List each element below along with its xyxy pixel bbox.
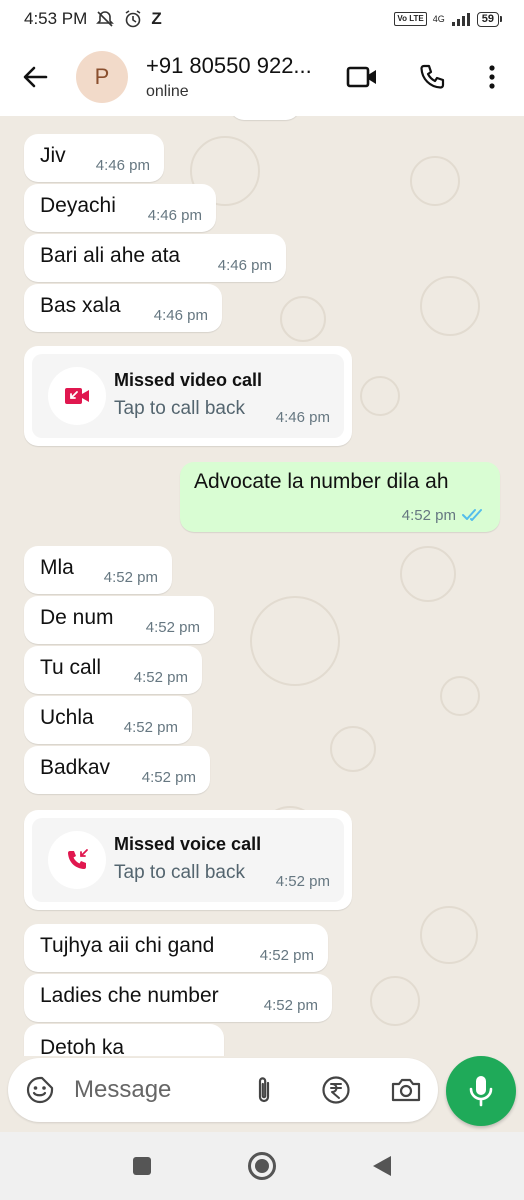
arrow-back-icon bbox=[23, 66, 48, 88]
message-text: Tujhya aii chi gand bbox=[40, 934, 215, 957]
paperclip-icon bbox=[258, 1077, 270, 1103]
message-time: 4:52 pm bbox=[259, 947, 314, 964]
call-time: 4:46 pm bbox=[275, 409, 330, 426]
message-time: 4:46 pm bbox=[217, 257, 272, 274]
message-text: Bas xala bbox=[40, 294, 121, 317]
call-title: Missed video call bbox=[114, 370, 263, 390]
message-bubble[interactable]: Bas xala 4:46 pm bbox=[24, 284, 222, 332]
message-bubble[interactable]: Mla 4:52 pm bbox=[24, 546, 172, 594]
message-text: Mla bbox=[40, 556, 74, 579]
message-bubble[interactable]: Tu call 4:52 pm bbox=[24, 646, 202, 694]
network-type: 4G bbox=[432, 13, 445, 24]
battery-icon: 59 bbox=[476, 11, 502, 27]
status-bar: 4:53 PM Z Vo LTE 4G 59 bbox=[0, 0, 524, 38]
chat-header: P +91 80550 922... online bbox=[0, 38, 524, 116]
emoji-button[interactable] bbox=[22, 1072, 58, 1108]
payment-button[interactable] bbox=[318, 1072, 354, 1108]
missed-video-call-icon bbox=[48, 367, 106, 425]
volte-badge: Vo LTE bbox=[394, 12, 427, 26]
avatar[interactable]: P bbox=[76, 51, 128, 103]
square-icon bbox=[133, 1157, 151, 1175]
missed-voice-call-icon bbox=[48, 831, 106, 889]
rupee-icon bbox=[322, 1076, 350, 1104]
signal-icon bbox=[451, 13, 470, 26]
mute-icon bbox=[96, 11, 115, 27]
message-time: 4:46 pm bbox=[153, 307, 208, 324]
message-time: 4:46 pm bbox=[95, 157, 150, 174]
message-bubble[interactable]: De num 4:52 pm bbox=[24, 596, 214, 644]
message-text: Tu call bbox=[40, 656, 102, 679]
camera-icon bbox=[391, 1078, 421, 1102]
call-time: 4:52 pm bbox=[275, 873, 330, 890]
home-circle-icon bbox=[248, 1152, 276, 1180]
voice-message-button[interactable] bbox=[446, 1056, 516, 1126]
video-camera-icon bbox=[346, 66, 376, 88]
message-time: 4:52 pm bbox=[401, 507, 456, 524]
outgoing-message-bubble[interactable]: Advocate la number dila ah 4:52 pm bbox=[180, 462, 500, 532]
message-text: Detoh ka bbox=[40, 1036, 125, 1056]
message-text: Ladies che number bbox=[40, 984, 219, 1007]
call-card-body: Missed voice call Tap to call back 4:52 … bbox=[32, 818, 344, 902]
call-subtitle: Tap to call back bbox=[114, 398, 245, 419]
message-composer bbox=[8, 1058, 438, 1122]
more-options-button[interactable] bbox=[468, 38, 516, 116]
home-button[interactable] bbox=[246, 1150, 278, 1182]
message-text: Uchla bbox=[40, 706, 94, 729]
system-navigation-bar bbox=[0, 1132, 524, 1200]
message-time: 4:52 pm bbox=[263, 997, 318, 1014]
message-text: Deyachi bbox=[40, 194, 116, 217]
phone-icon bbox=[420, 64, 445, 89]
read-ticks-icon bbox=[462, 509, 482, 521]
camera-button[interactable] bbox=[388, 1072, 424, 1108]
message-text: De num bbox=[40, 606, 114, 629]
carrier-glyph: Z bbox=[151, 9, 162, 28]
alarm-icon bbox=[125, 10, 141, 28]
message-input[interactable] bbox=[74, 1072, 244, 1108]
message-time: 4:52 pm bbox=[123, 719, 178, 736]
contact-name: +91 80550 922... bbox=[146, 53, 312, 78]
message-text: Jiv bbox=[40, 144, 66, 167]
video-call-button[interactable] bbox=[338, 38, 386, 116]
contact-status: online bbox=[146, 83, 189, 100]
message-text: Advocate la number dila ah bbox=[194, 470, 449, 493]
contact-info[interactable]: +91 80550 922... online bbox=[146, 53, 332, 101]
message-bubble[interactable]: Detoh ka bbox=[24, 1024, 224, 1056]
message-time: 4:52 pm bbox=[103, 569, 158, 586]
back-button[interactable] bbox=[0, 38, 70, 116]
back-nav-button[interactable] bbox=[366, 1150, 398, 1182]
call-subtitle: Tap to call back bbox=[114, 862, 245, 883]
microphone-icon bbox=[469, 1076, 493, 1107]
message-bubble-cut[interactable] bbox=[230, 116, 300, 120]
call-card-body: Missed video call Tap to call back 4:46 … bbox=[32, 354, 344, 438]
message-time: 4:52 pm bbox=[141, 769, 196, 786]
message-time: 4:46 pm bbox=[147, 207, 202, 224]
message-text: Badkav bbox=[40, 756, 111, 779]
recents-button[interactable] bbox=[126, 1150, 158, 1182]
message-bubble[interactable]: Badkav 4:52 pm bbox=[24, 746, 210, 794]
message-bubble[interactable]: Tujhya aii chi gand 4:52 pm bbox=[24, 924, 328, 972]
sticker-smiley-icon bbox=[26, 1076, 54, 1104]
attach-button[interactable] bbox=[246, 1072, 282, 1108]
message-time: 4:52 pm bbox=[145, 619, 200, 636]
message-bubble[interactable]: Deyachi 4:46 pm bbox=[24, 184, 216, 232]
triangle-back-icon bbox=[373, 1156, 391, 1176]
voice-call-button[interactable] bbox=[408, 38, 456, 116]
missed-video-call-card[interactable]: Missed video call Tap to call back 4:46 … bbox=[24, 346, 352, 446]
message-bubble[interactable]: Bari ali ahe ata 4:46 pm bbox=[24, 234, 286, 282]
missed-voice-call-card[interactable]: Missed voice call Tap to call back 4:52 … bbox=[24, 810, 352, 910]
message-time: 4:52 pm bbox=[133, 669, 188, 686]
message-bubble[interactable]: Uchla 4:52 pm bbox=[24, 696, 192, 744]
more-vert-icon bbox=[489, 65, 495, 89]
chat-area[interactable]: Jiv 4:46 pm Deyachi 4:46 pm Bari ali ahe… bbox=[0, 116, 524, 1056]
message-bubble[interactable]: Jiv 4:46 pm bbox=[24, 134, 164, 182]
battery-level: 59 bbox=[476, 11, 499, 27]
clock: 4:53 PM bbox=[24, 9, 88, 28]
call-title: Missed voice call bbox=[114, 834, 262, 854]
message-text: Bari ali ahe ata bbox=[40, 244, 181, 267]
message-bubble[interactable]: Ladies che number 4:52 pm bbox=[24, 974, 332, 1022]
